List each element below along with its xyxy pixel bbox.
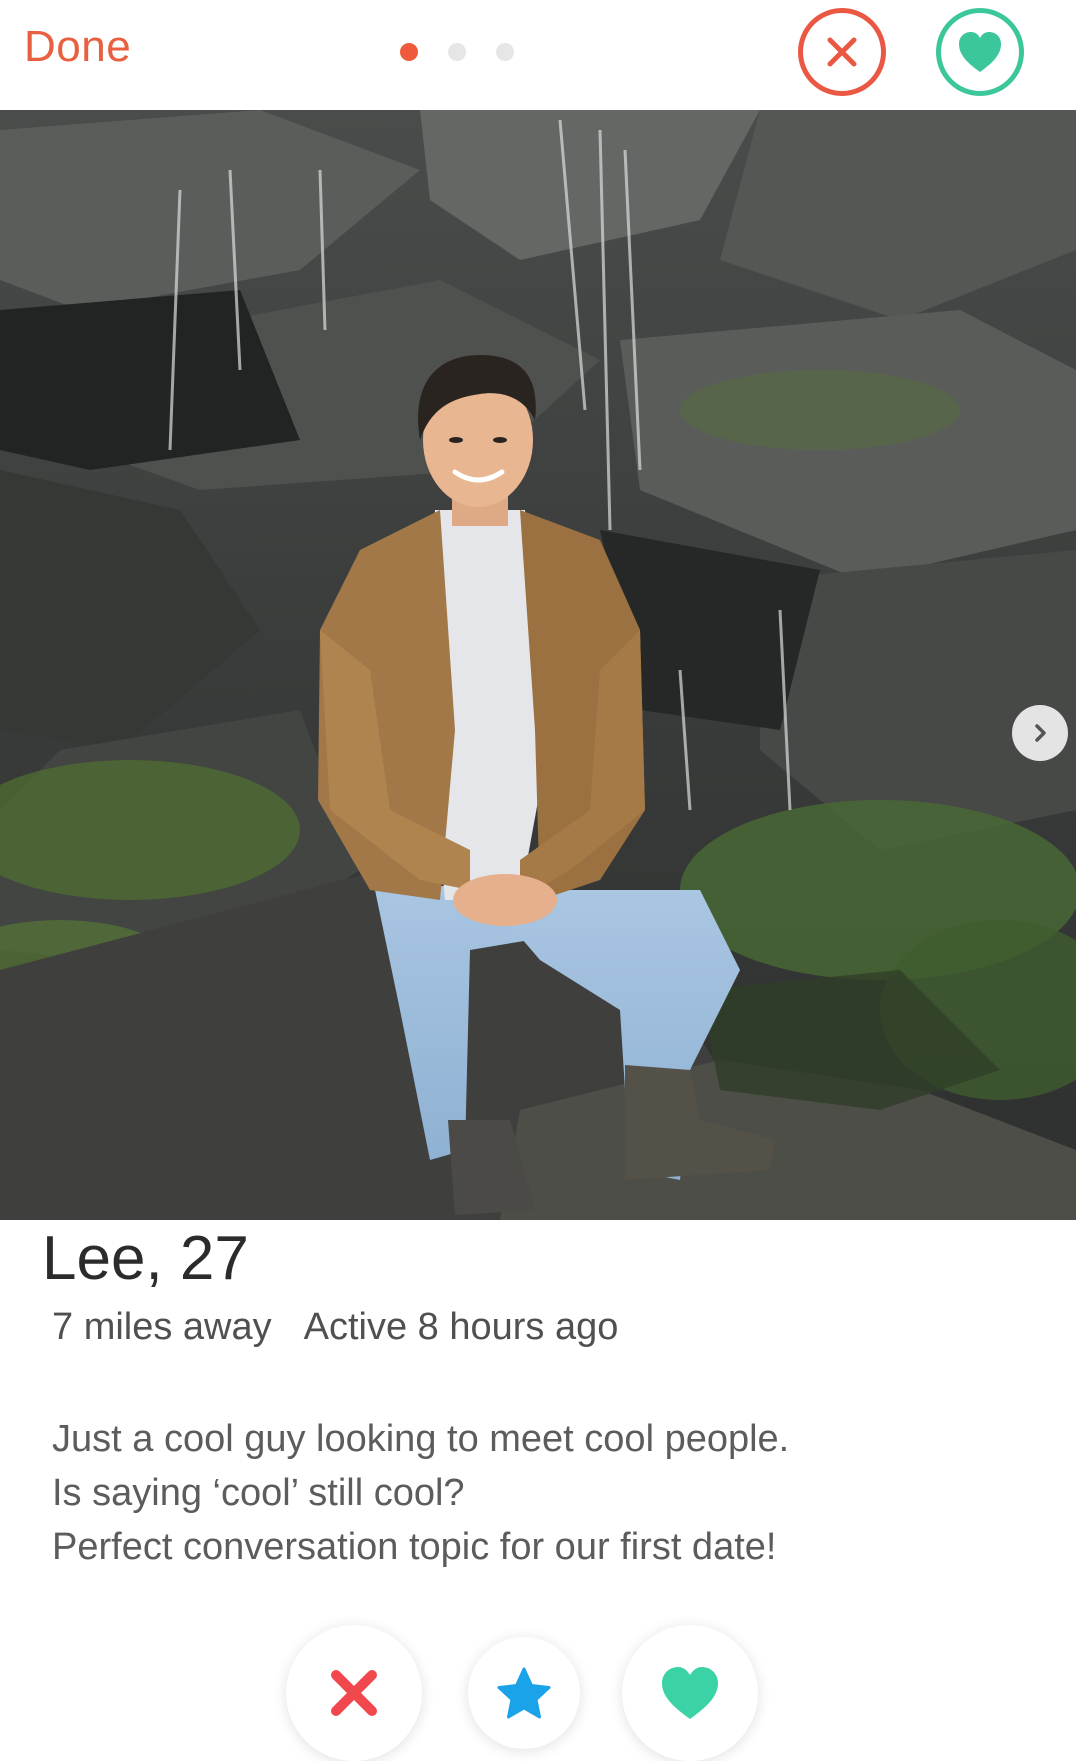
profile-meta: 7 miles away Active 8 hours ago	[52, 1306, 618, 1349]
profile-header: Done	[0, 0, 1076, 110]
header-like-button[interactable]	[936, 8, 1024, 96]
heart-icon	[959, 32, 1001, 72]
heart-icon	[662, 1667, 718, 1719]
profile-bio: Just a cool guy looking to meet cool peo…	[52, 1412, 789, 1574]
bio-line: Just a cool guy looking to meet cool peo…	[52, 1418, 790, 1460]
photo-dot[interactable]	[448, 43, 466, 61]
profile-photo[interactable]	[0, 110, 1076, 1220]
photo-dot-active[interactable]	[400, 43, 418, 61]
photo-dot[interactable]	[496, 43, 514, 61]
star-icon	[497, 1667, 551, 1719]
close-icon	[331, 1670, 377, 1716]
profile-name-age: Lee, 27	[42, 1224, 249, 1293]
next-photo-button[interactable]	[1012, 705, 1068, 761]
photo-illustration	[0, 110, 1076, 1220]
distance-text: 7 miles away	[52, 1306, 272, 1348]
done-button[interactable]: Done	[24, 22, 131, 72]
close-icon	[827, 37, 857, 67]
bio-line: Is saying ‘cool’ still cool?	[52, 1472, 465, 1514]
header-nope-button[interactable]	[798, 8, 886, 96]
bio-line: Perfect conversation topic for our first…	[52, 1526, 777, 1568]
super-like-button[interactable]	[468, 1637, 580, 1749]
chevron-right-icon	[1035, 724, 1046, 742]
photo-pagination	[400, 43, 514, 61]
activity-text: Active 8 hours ago	[303, 1306, 619, 1348]
